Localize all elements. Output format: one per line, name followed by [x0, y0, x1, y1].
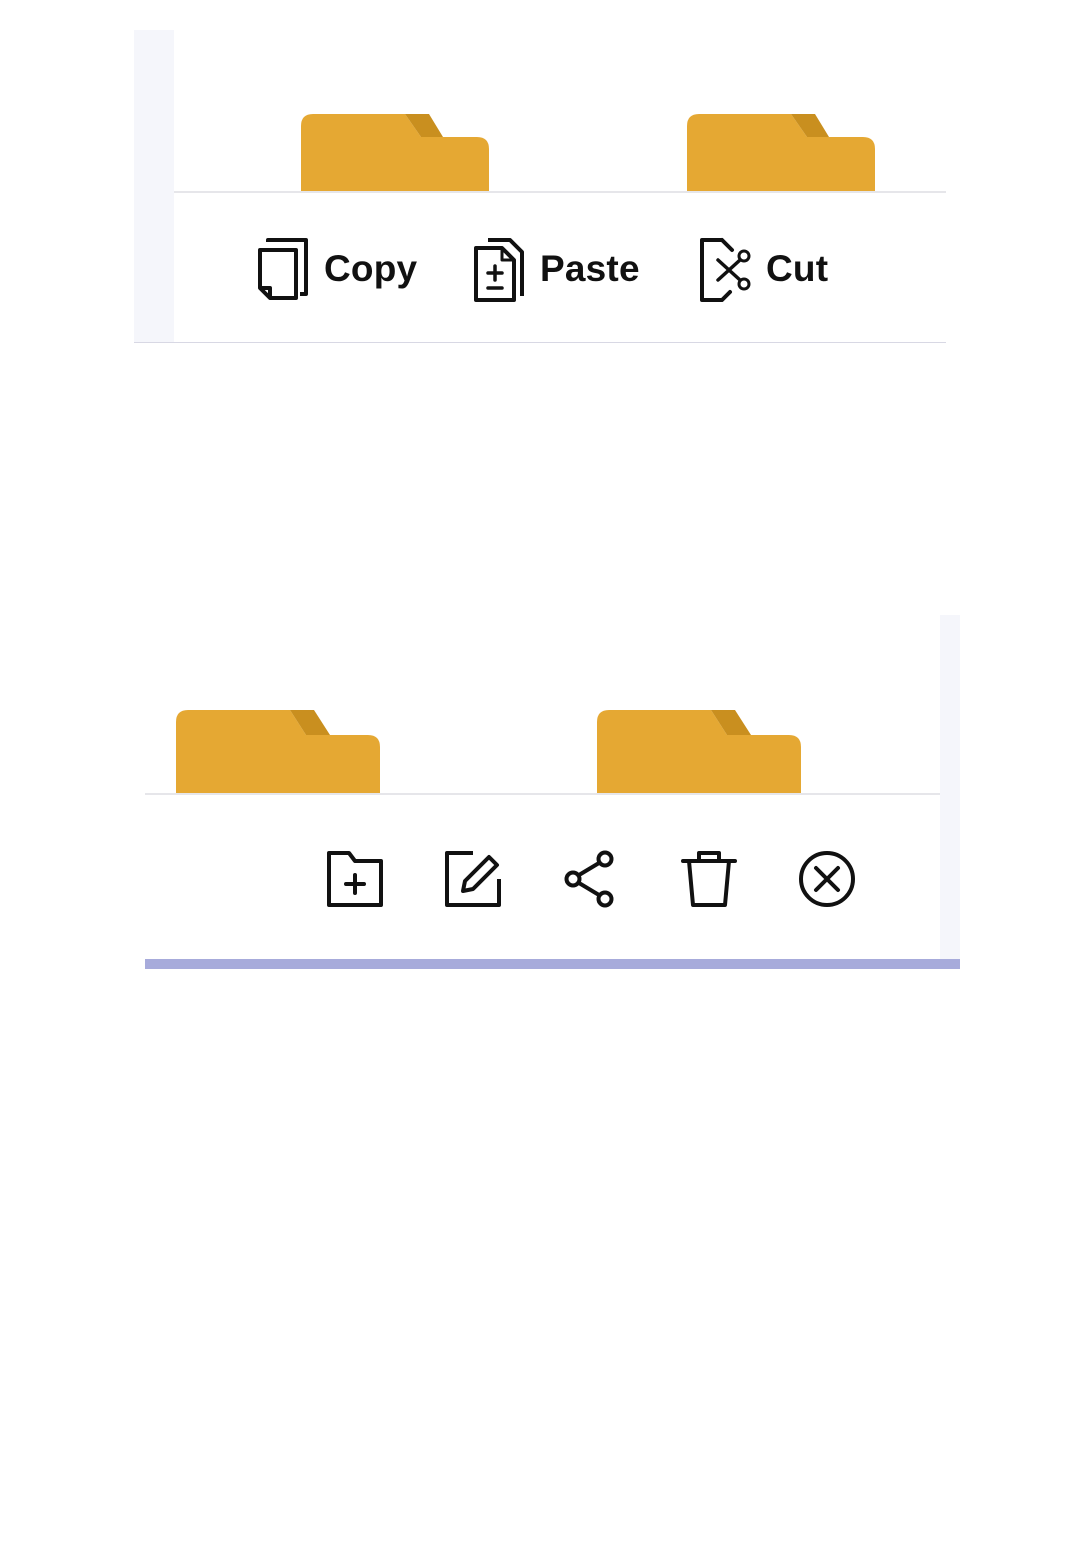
share-icon [564, 850, 614, 908]
close-circle-icon [799, 851, 855, 907]
copy-icon [258, 238, 308, 300]
side-strip [940, 615, 960, 969]
rename-button[interactable] [441, 847, 505, 911]
paste-label: Paste [540, 248, 640, 289]
close-button[interactable] [795, 847, 859, 911]
trash-icon [681, 851, 737, 907]
folder-icon[interactable] [301, 114, 489, 192]
clipboard-toolbar: Copy Paste Cut [174, 193, 946, 342]
folder-grid [174, 30, 946, 192]
delete-button[interactable] [677, 847, 741, 911]
paste-button[interactable]: Paste [470, 235, 640, 303]
actions-panel [145, 615, 960, 969]
folder-icon[interactable] [597, 710, 801, 794]
action-toolbar [145, 795, 940, 959]
cut-label: Cut [766, 248, 829, 289]
folder-icon[interactable] [687, 114, 875, 192]
folder-icon[interactable] [176, 710, 380, 794]
cut-button[interactable]: Cut [696, 235, 828, 303]
new-folder-icon [327, 851, 383, 907]
accent-bar [145, 959, 960, 969]
copy-button[interactable]: Copy [254, 235, 417, 303]
folder-grid [145, 615, 940, 794]
paste-icon [474, 238, 524, 302]
share-button[interactable] [559, 847, 623, 911]
cut-icon [700, 238, 751, 302]
edit-icon [445, 851, 501, 907]
copy-label: Copy [324, 248, 418, 289]
side-strip [134, 30, 174, 342]
new-folder-button[interactable] [323, 847, 387, 911]
clipboard-panel: Copy Paste Cut [134, 30, 946, 343]
